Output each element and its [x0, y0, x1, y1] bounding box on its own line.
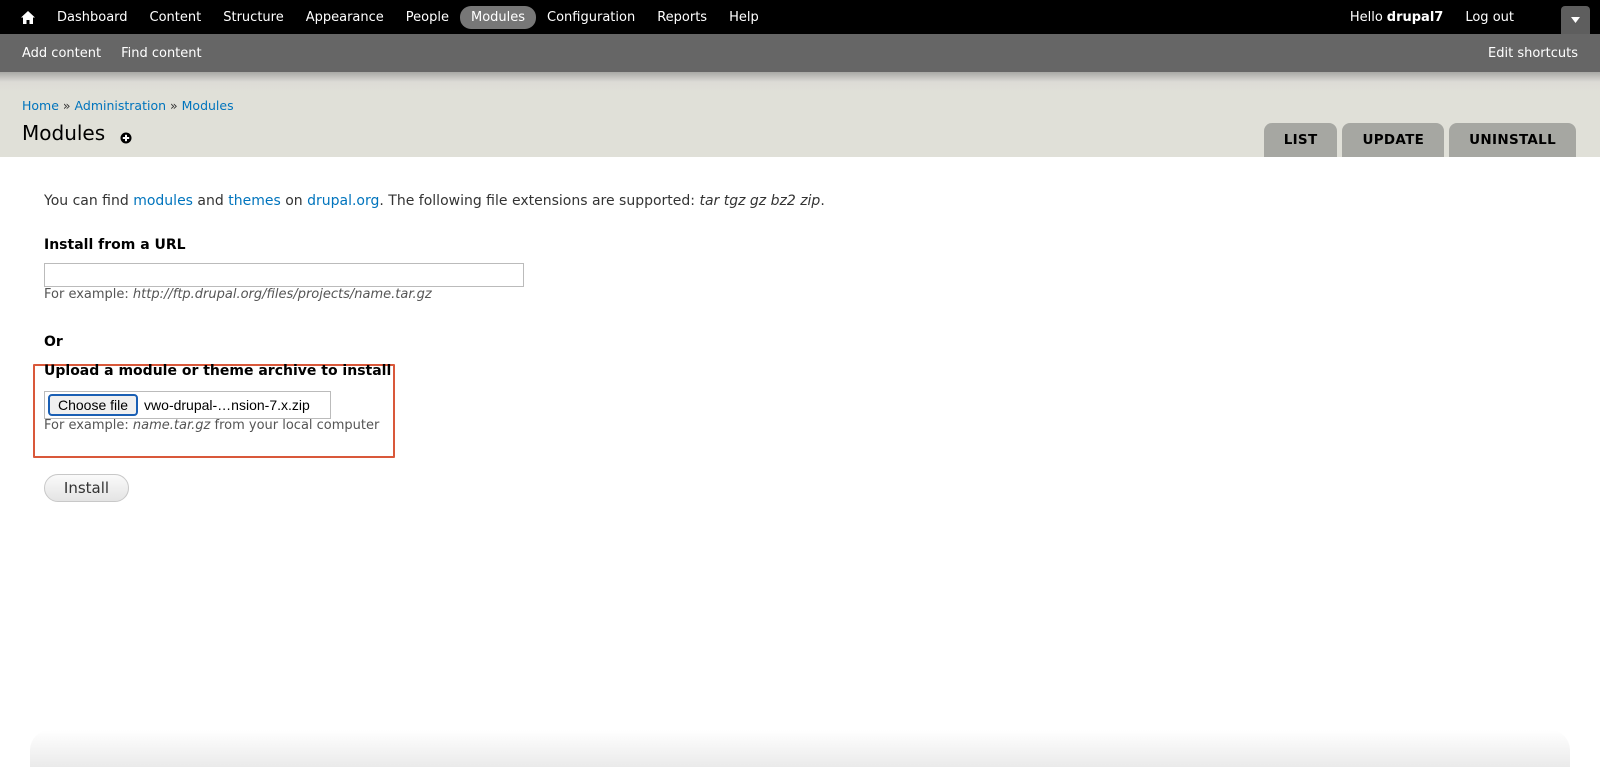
upload-example: name.tar.gz: [132, 418, 211, 433]
description-suffix: from your local computer: [210, 418, 380, 433]
page-title: Modules: [22, 121, 106, 145]
toolbar-item-modules[interactable]: Modules: [459, 5, 537, 29]
page-header: Home » Administration » Modules Modules …: [0, 72, 1600, 157]
install-url-input[interactable]: [44, 263, 524, 287]
toolbar-item-people[interactable]: People: [395, 6, 460, 29]
breadcrumb-modules[interactable]: Modules: [182, 98, 234, 113]
primary-tabs: LIST UPDATE UNINSTALL: [1259, 123, 1576, 157]
upload-field-label: Upload a module or theme archive to inst…: [44, 363, 392, 379]
breadcrumb-separator: »: [62, 98, 71, 113]
toolbar-item-help[interactable]: Help: [718, 6, 770, 29]
or-label: Or: [44, 334, 63, 350]
toolbar-item-reports[interactable]: Reports: [646, 6, 718, 29]
intro-text-part: You can find: [44, 193, 134, 209]
themes-link[interactable]: themes: [228, 193, 281, 209]
caret-down-icon: [1571, 17, 1580, 23]
tab-uninstall[interactable]: UNINSTALL: [1449, 123, 1576, 157]
toolbar-item-configuration[interactable]: Configuration: [536, 6, 646, 29]
supported-extensions: tar tgz gz bz2 zip: [699, 193, 821, 209]
bottom-shadow: [30, 730, 1570, 767]
breadcrumb-administration[interactable]: Administration: [75, 98, 166, 113]
intro-text-part: .: [820, 193, 825, 209]
user-area: Hello drupal7 Log out: [1350, 0, 1514, 34]
intro-text-part: and: [192, 193, 229, 209]
greeting-text: Hello: [1349, 9, 1383, 25]
toolbar-item-content[interactable]: Content: [139, 6, 213, 29]
toolbar-item-structure[interactable]: Structure: [212, 6, 294, 29]
tab-list[interactable]: LIST: [1263, 123, 1338, 157]
toolbar-item-appearance[interactable]: Appearance: [295, 6, 395, 29]
upload-field-description: For example: name.tar.gz from your local…: [44, 418, 379, 433]
description-prefix: For example:: [44, 287, 133, 302]
intro-text-part: on: [280, 193, 308, 209]
file-upload-input[interactable]: Choose file vwo-drupal-…nsion-7.x.zip: [44, 391, 331, 419]
intro-text: You can find modules and themes on drupa…: [44, 193, 825, 209]
edit-shortcuts-link[interactable]: Edit shortcuts: [1488, 34, 1578, 72]
drupal-org-link[interactable]: drupal.org: [307, 193, 379, 209]
selected-file-name: vwo-drupal-…nsion-7.x.zip: [144, 397, 310, 413]
modules-link[interactable]: modules: [133, 193, 193, 209]
shortcut-add-content[interactable]: Add content: [12, 46, 111, 61]
admin-toolbar: Dashboard Content Structure Appearance P…: [0, 0, 1600, 34]
toolbar-item-dashboard[interactable]: Dashboard: [46, 6, 139, 29]
breadcrumb: Home » Administration » Modules: [22, 98, 234, 113]
add-shortcut-button[interactable]: [120, 129, 132, 144]
description-prefix: For example:: [44, 418, 133, 433]
url-field-description: For example: http://ftp.drupal.org/files…: [44, 287, 432, 302]
tab-update[interactable]: UPDATE: [1342, 123, 1445, 157]
choose-file-button[interactable]: Choose file: [48, 394, 139, 416]
username-link[interactable]: drupal7: [1387, 10, 1444, 25]
shortcut-links: Add content Find content: [12, 34, 212, 72]
breadcrumb-home[interactable]: Home: [22, 98, 59, 113]
toolbar-menu: Dashboard Content Structure Appearance P…: [46, 0, 770, 34]
home-icon: [21, 10, 35, 24]
plus-circle-icon: [120, 132, 132, 144]
logout-link[interactable]: Log out: [1465, 10, 1514, 25]
url-example: http://ftp.drupal.org/files/projects/nam…: [132, 287, 432, 302]
install-button[interactable]: Install: [44, 474, 129, 502]
intro-text-part: . The following file extensions are supp…: [379, 193, 700, 209]
shortcuts-bar: Add content Find content Edit shortcuts: [0, 34, 1600, 72]
home-link[interactable]: [14, 0, 42, 34]
breadcrumb-separator: »: [170, 98, 178, 113]
shortcut-find-content[interactable]: Find content: [111, 46, 212, 61]
url-field-label: Install from a URL: [44, 237, 186, 253]
shortcuts-toggle-button[interactable]: [1561, 6, 1590, 34]
